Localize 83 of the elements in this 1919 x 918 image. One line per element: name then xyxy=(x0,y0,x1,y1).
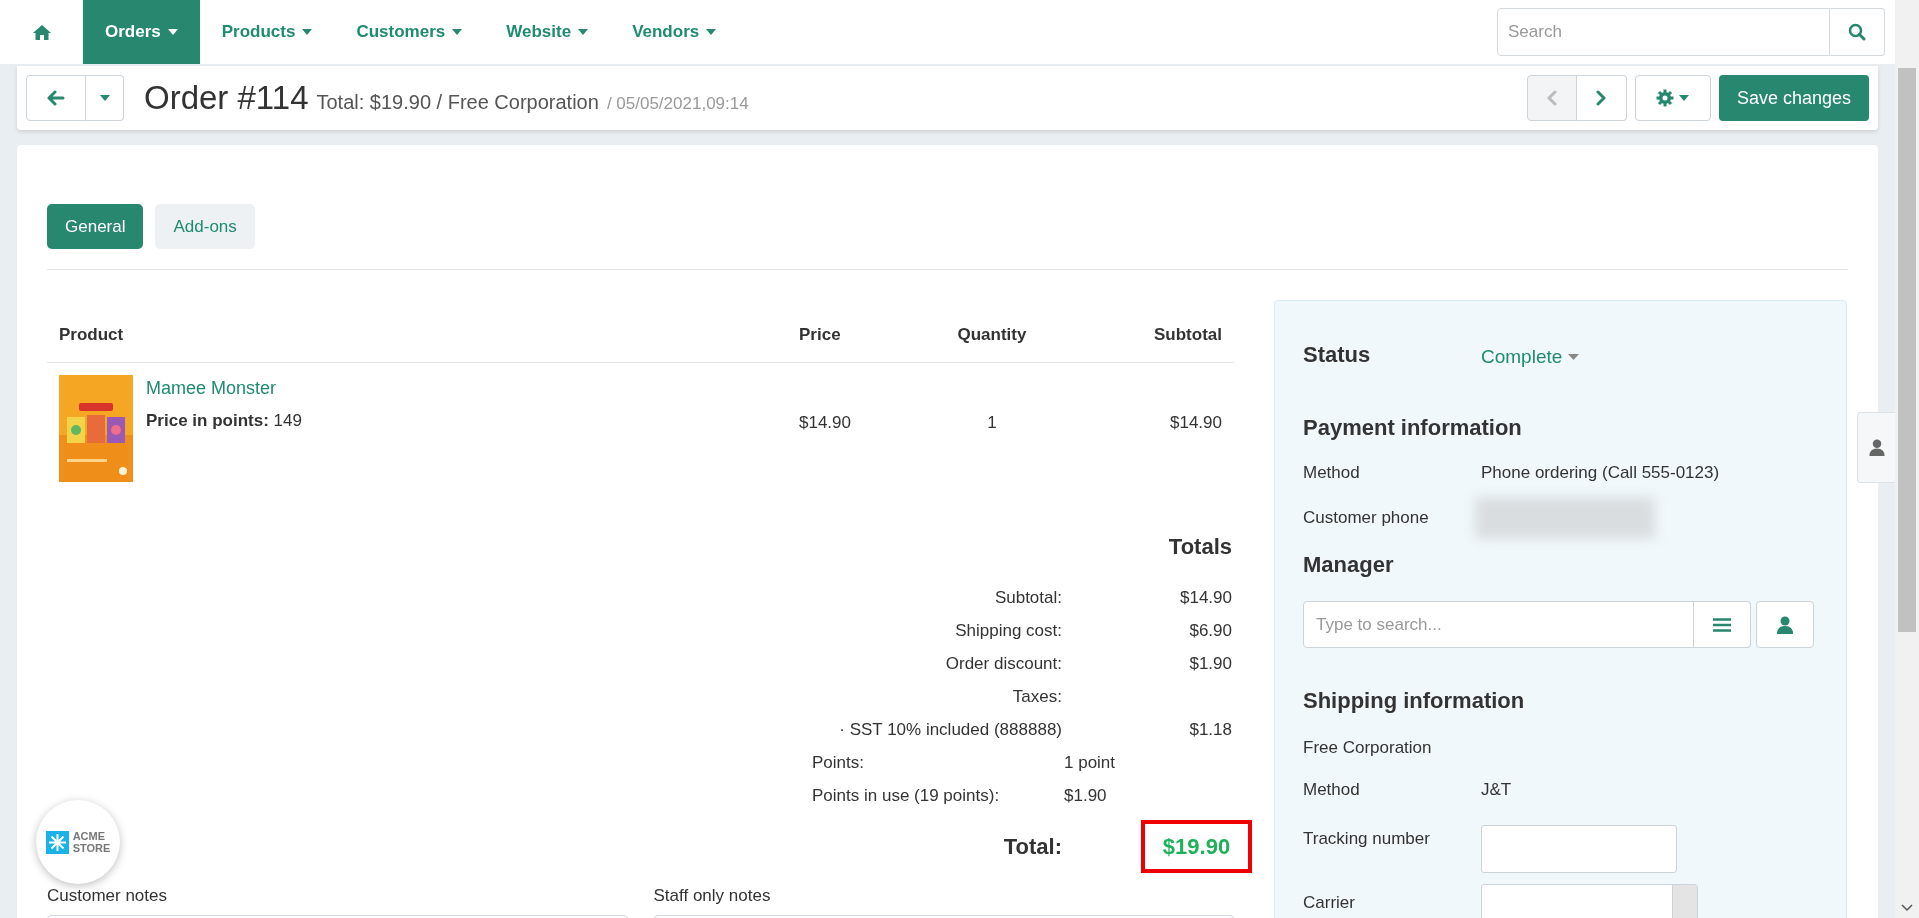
search-icon xyxy=(1848,23,1866,41)
scrollbar[interactable] xyxy=(1895,0,1919,918)
order-date: / 05/05/2021,09:14 xyxy=(606,93,749,116)
column-header: Price xyxy=(799,323,842,346)
nav-tab[interactable]: Vendors xyxy=(610,0,739,64)
order-summary: Total: $19.90 / Free Corporation xyxy=(316,90,599,116)
caret-icon xyxy=(167,29,178,35)
table-cell-text: $14.90 xyxy=(799,411,852,434)
field-label: Tracking number xyxy=(1303,827,1431,850)
field-value: J&T xyxy=(1481,778,1512,801)
search-field[interactable]: Search xyxy=(1497,8,1830,56)
section-heading: Status xyxy=(1303,340,1372,369)
nav-tab[interactable]: Orders xyxy=(83,0,200,64)
user-tab[interactable] xyxy=(1857,412,1896,483)
column-header: Subtotal xyxy=(1153,323,1222,346)
totals-label: Points in use (19 points): xyxy=(811,784,1001,807)
order-title: Order #114 xyxy=(144,78,309,119)
section-heading: Payment information xyxy=(1303,414,1523,442)
arrow-left-icon xyxy=(47,90,65,106)
column-header: Quantity xyxy=(956,323,1028,346)
save-button[interactable]: Save changes xyxy=(1718,75,1869,121)
totals-label: Taxes: xyxy=(1011,685,1062,708)
field-label: Staff only notes xyxy=(653,886,771,905)
nav-tab[interactable]: Website xyxy=(484,0,611,64)
input-field[interactable] xyxy=(1481,824,1677,873)
field-label: Carrier xyxy=(1303,891,1356,914)
select-field[interactable] xyxy=(1481,883,1698,918)
column-header: Product xyxy=(59,323,125,346)
tab[interactable]: Add-ons xyxy=(155,204,255,249)
totals-value: $1.18 xyxy=(1189,718,1232,741)
logo-text: STORE xyxy=(72,842,111,854)
total-label: Total: xyxy=(1002,833,1062,861)
settings-button[interactable] xyxy=(1634,75,1711,121)
table-cell-text: $14.90 xyxy=(1169,411,1222,434)
caret-icon xyxy=(578,29,589,35)
home-icon[interactable] xyxy=(31,23,52,41)
section-heading: Manager xyxy=(1303,551,1395,579)
manager-search-field[interactable]: Type to search... xyxy=(1303,601,1694,648)
totals-value: $14.90 xyxy=(1180,586,1232,609)
user-icon xyxy=(1777,615,1793,634)
caret-icon xyxy=(706,29,717,35)
chevron-right-icon xyxy=(1596,90,1607,106)
logo-text: ACME xyxy=(72,830,107,842)
totals-label: Points: xyxy=(811,751,865,774)
totals-label: Subtotal: xyxy=(993,586,1062,609)
field-label: Method xyxy=(1303,462,1361,484)
chevron-left-icon xyxy=(1546,90,1557,106)
user-icon xyxy=(1869,439,1885,456)
totals-label: · SST 10% included (888888) xyxy=(838,718,1062,741)
totals-value: $1.90 xyxy=(1189,652,1232,675)
shipping-name: Free Corporation xyxy=(1303,737,1433,759)
totals-value: 1 point xyxy=(1064,751,1116,774)
logo-icon xyxy=(45,830,69,854)
nav-tab[interactable]: Products xyxy=(199,0,335,64)
search-button[interactable] xyxy=(1830,8,1885,56)
caret-icon xyxy=(452,29,463,35)
tab[interactable]: General xyxy=(47,204,144,249)
field-label: Customer phone xyxy=(1303,506,1430,529)
caret-icon xyxy=(1679,95,1690,101)
total-value: $19.90 xyxy=(1162,833,1231,861)
list-button[interactable] xyxy=(1694,601,1751,648)
nav-tab[interactable]: Customers xyxy=(334,0,485,64)
caret-icon xyxy=(99,95,110,101)
totals-value: $1.90 xyxy=(1064,784,1107,807)
product-points: Price in points: 149 xyxy=(146,410,302,432)
totals-label: Order discount: xyxy=(944,652,1062,675)
totals-heading: Totals xyxy=(1168,533,1232,561)
field-value: Phone ordering (Call 555-0123) xyxy=(1481,462,1720,484)
field-label: Method xyxy=(1303,778,1361,801)
caret-icon xyxy=(1568,354,1580,360)
totals-label: Shipping cost: xyxy=(954,619,1062,642)
section-heading: Shipping information xyxy=(1303,687,1526,715)
caret-icon xyxy=(302,29,313,35)
list-icon xyxy=(1713,617,1731,632)
back-button[interactable] xyxy=(26,75,86,121)
chevron-down-icon[interactable] xyxy=(1901,904,1913,912)
table-cell-text: 1 xyxy=(986,411,998,434)
product-link[interactable]: Mamee Monster xyxy=(146,375,302,402)
gear-icon xyxy=(1656,89,1675,107)
totals-value: $6.90 xyxy=(1189,619,1232,642)
field-label: Customer notes xyxy=(47,886,167,905)
status-dropdown[interactable]: Complete xyxy=(1481,342,1580,372)
user-button[interactable] xyxy=(1756,601,1814,648)
